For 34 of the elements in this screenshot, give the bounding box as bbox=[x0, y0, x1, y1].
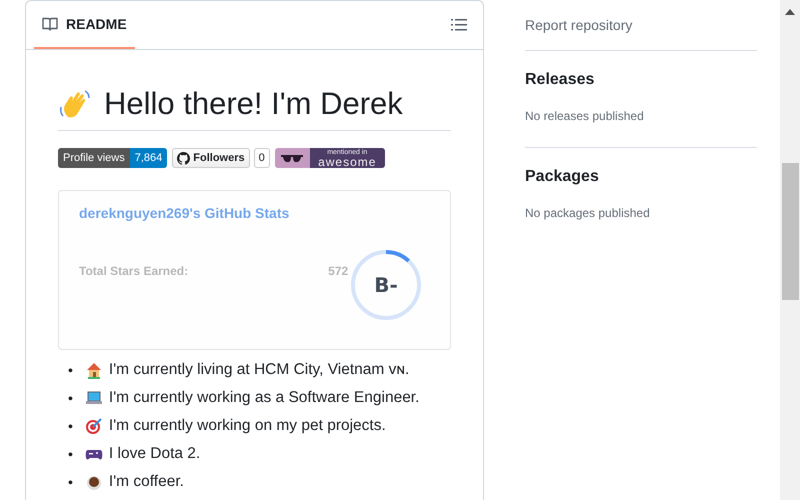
target-icon bbox=[84, 417, 103, 435]
followers-badge[interactable]: Followers bbox=[172, 148, 250, 168]
section-title: Packages bbox=[525, 168, 600, 186]
list-item-text: I'm currently living at HCM City, Vietnam ᴠɴ. bbox=[108, 360, 410, 380]
section-title: Releases bbox=[525, 71, 596, 89]
report-repository-link[interactable]: Report repository bbox=[525, 17, 757, 51]
book-icon bbox=[42, 16, 58, 32]
list-item-text: I'm currently working as a Software Engineer. bbox=[108, 388, 420, 408]
stat-value: 572 bbox=[328, 264, 348, 280]
follower-count: 0 bbox=[254, 148, 270, 168]
scroll-up-icon[interactable] bbox=[785, 9, 795, 15]
section-text: No packages published bbox=[525, 206, 651, 220]
list-item-text: I'm coffeer. bbox=[108, 472, 184, 492]
stat-label: Total Stars Earned: bbox=[79, 264, 188, 280]
section-text: No releases published bbox=[525, 109, 645, 123]
list-icon[interactable] bbox=[451, 18, 467, 32]
stats-title: dereknguyen269's GitHub Stats bbox=[79, 205, 290, 223]
bullet: • bbox=[68, 417, 73, 436]
bullet: • bbox=[68, 473, 73, 492]
heading: Hello there! I'm Derek bbox=[104, 86, 403, 122]
bullet: • bbox=[68, 389, 73, 408]
house-icon bbox=[84, 361, 103, 379]
list-item-text: I love Dota 2. bbox=[108, 444, 200, 464]
sunglasses-icon bbox=[281, 154, 304, 162]
list-item-text: I'm currently working on my pet projects. bbox=[108, 416, 386, 436]
scrollbar-thumb[interactable] bbox=[782, 163, 798, 300]
laptop-icon bbox=[84, 389, 103, 407]
bullet: • bbox=[68, 361, 73, 380]
scrollbar[interactable] bbox=[780, 0, 800, 500]
coffee-icon bbox=[84, 473, 103, 491]
github-icon bbox=[177, 152, 190, 164]
readme-tab[interactable]: README bbox=[34, 1, 135, 49]
rank-grade: B- bbox=[374, 273, 398, 297]
bullet: • bbox=[68, 445, 73, 464]
